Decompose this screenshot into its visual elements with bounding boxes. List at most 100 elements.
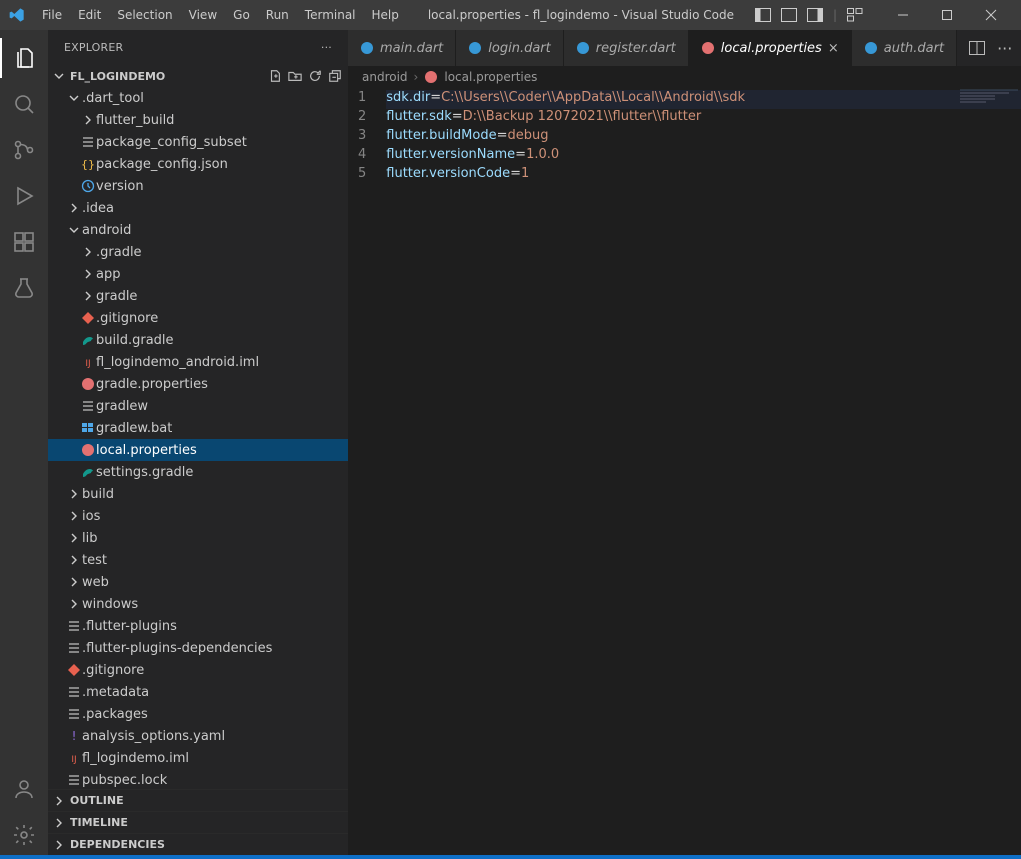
extensions-activity[interactable] xyxy=(0,222,48,262)
dependencies-section[interactable]: DEPENDENCIES xyxy=(48,833,348,855)
folder--dart-tool[interactable]: .dart_tool xyxy=(48,87,348,109)
code-line[interactable]: flutter.versionCode=1 xyxy=(386,166,1021,185)
file--flutter-plugins[interactable]: .flutter-plugins xyxy=(48,615,348,637)
file-fl-logindemo-android-iml[interactable]: IJfl_logindemo_android.iml xyxy=(48,351,348,373)
lines-icon xyxy=(66,619,82,633)
file-version[interactable]: version xyxy=(48,175,348,197)
file-package-config-json[interactable]: {}package_config.json xyxy=(48,153,348,175)
minimize-button[interactable] xyxy=(881,0,925,30)
status-bar[interactable] xyxy=(0,855,1021,859)
folder-app[interactable]: app xyxy=(48,263,348,285)
folder-gradle[interactable]: gradle xyxy=(48,285,348,307)
folder--idea[interactable]: .idea xyxy=(48,197,348,219)
folder-test[interactable]: test xyxy=(48,549,348,571)
chevron-right-icon xyxy=(66,203,82,213)
file-fl-logindemo-iml[interactable]: IJfl_logindemo.iml xyxy=(48,747,348,769)
folder-flutter-build[interactable]: flutter_build xyxy=(48,109,348,131)
layout-customize-icon[interactable] xyxy=(847,8,863,22)
folder-lib[interactable]: lib xyxy=(48,527,348,549)
menu-go[interactable]: Go xyxy=(225,4,258,26)
tab-main-dart[interactable]: main.dart xyxy=(348,30,456,66)
mod-icon xyxy=(80,443,96,457)
xml-icon: IJ xyxy=(66,751,82,765)
new-folder-icon[interactable] xyxy=(288,69,302,83)
file--metadata[interactable]: .metadata xyxy=(48,681,348,703)
breadcrumb-file[interactable]: local.properties xyxy=(444,70,537,84)
file--gitignore[interactable]: .gitignore xyxy=(48,307,348,329)
tab-local-properties[interactable]: local.properties× xyxy=(689,30,852,66)
dart-icon xyxy=(360,41,374,55)
project-section-header[interactable]: FL_LOGINDEMO xyxy=(48,65,348,87)
split-editor-icon[interactable] xyxy=(969,41,985,55)
window-title: local.properties - fl_logindemo - Visual… xyxy=(407,8,755,22)
file--flutter-plugins-dependencies[interactable]: .flutter-plugins-dependencies xyxy=(48,637,348,659)
run-debug-activity[interactable] xyxy=(0,176,48,216)
folder-android[interactable]: android xyxy=(48,219,348,241)
more-actions-icon[interactable]: ··· xyxy=(997,39,1012,58)
file--gitignore[interactable]: .gitignore xyxy=(48,659,348,681)
close-window-button[interactable] xyxy=(969,0,1013,30)
code-line[interactable]: flutter.sdk=D:\\Backup 12072021\\flutter… xyxy=(386,109,1021,128)
breadcrumb-separator-icon: › xyxy=(414,70,419,84)
file-local-properties[interactable]: local.properties xyxy=(48,439,348,461)
file-analysis-options-yaml[interactable]: !analysis_options.yaml xyxy=(48,725,348,747)
menu-file[interactable]: File xyxy=(34,4,70,26)
file-package-config-subset[interactable]: package_config_subset xyxy=(48,131,348,153)
file--packages[interactable]: .packages xyxy=(48,703,348,725)
close-icon[interactable]: × xyxy=(828,41,839,56)
maximize-button[interactable] xyxy=(925,0,969,30)
folder-web[interactable]: web xyxy=(48,571,348,593)
file-pubspec-lock[interactable]: pubspec.lock xyxy=(48,769,348,789)
breadcrumb-folder[interactable]: android xyxy=(362,70,408,84)
accounts-activity[interactable] xyxy=(0,769,48,809)
search-activity[interactable] xyxy=(0,84,48,124)
folder-ios[interactable]: ios xyxy=(48,505,348,527)
code-lines[interactable]: sdk.dir=C:\\Users\\Coder\\AppData\\Local… xyxy=(386,90,1021,185)
tab-auth-dart[interactable]: auth.dart xyxy=(852,30,957,66)
menu-view[interactable]: View xyxy=(181,4,225,26)
file-build-gradle[interactable]: build.gradle xyxy=(48,329,348,351)
tree-label: .flutter-plugins-dependencies xyxy=(82,641,272,656)
tab-label: main.dart xyxy=(380,41,443,56)
outline-section[interactable]: OUTLINE xyxy=(48,789,348,811)
mod-icon xyxy=(80,377,96,391)
tree-label: .gradle xyxy=(96,245,142,260)
explorer-activity[interactable] xyxy=(0,38,48,78)
tree-label: analysis_options.yaml xyxy=(82,729,225,744)
settings-activity[interactable] xyxy=(0,815,48,855)
tab-register-dart[interactable]: register.dart xyxy=(564,30,689,66)
layout-bottom-icon[interactable] xyxy=(781,8,797,22)
refresh-icon[interactable] xyxy=(308,69,322,83)
layout-right-icon[interactable] xyxy=(807,8,823,22)
minimap[interactable] xyxy=(960,88,1018,118)
file-gradlew-bat[interactable]: gradlew.bat xyxy=(48,417,348,439)
tree-label: local.properties xyxy=(96,443,197,458)
new-file-icon[interactable] xyxy=(268,69,282,83)
tab-login-dart[interactable]: login.dart xyxy=(456,30,563,66)
file-gradlew[interactable]: gradlew xyxy=(48,395,348,417)
source-control-activity[interactable] xyxy=(0,130,48,170)
file-settings-gradle[interactable]: settings.gradle xyxy=(48,461,348,483)
menu-edit[interactable]: Edit xyxy=(70,4,109,26)
menu-run[interactable]: Run xyxy=(258,4,297,26)
file-gradle-properties[interactable]: gradle.properties xyxy=(48,373,348,395)
folder-build[interactable]: build xyxy=(48,483,348,505)
code-line[interactable]: flutter.versionName=1.0.0 xyxy=(386,147,1021,166)
tree-label: web xyxy=(82,575,109,590)
menu-selection[interactable]: Selection xyxy=(109,4,180,26)
testing-activity[interactable] xyxy=(0,268,48,308)
layout-left-icon[interactable] xyxy=(755,8,771,22)
menu-terminal[interactable]: Terminal xyxy=(297,4,364,26)
collapse-all-icon[interactable] xyxy=(328,69,342,83)
code-line[interactable]: sdk.dir=C:\\Users\\Coder\\AppData\\Local… xyxy=(386,90,1021,109)
code-line[interactable]: flutter.buildMode=debug xyxy=(386,128,1021,147)
lines-icon xyxy=(66,685,82,699)
explorer-more-icon[interactable]: ··· xyxy=(321,41,332,54)
folder--gradle[interactable]: .gradle xyxy=(48,241,348,263)
text-editor[interactable]: 12345 sdk.dir=C:\\Users\\Coder\\AppData\… xyxy=(348,88,1021,185)
breadcrumbs[interactable]: android › local.properties xyxy=(348,66,1021,88)
dart-icon xyxy=(864,41,878,55)
menu-help[interactable]: Help xyxy=(364,4,407,26)
timeline-section[interactable]: TIMELINE xyxy=(48,811,348,833)
folder-windows[interactable]: windows xyxy=(48,593,348,615)
